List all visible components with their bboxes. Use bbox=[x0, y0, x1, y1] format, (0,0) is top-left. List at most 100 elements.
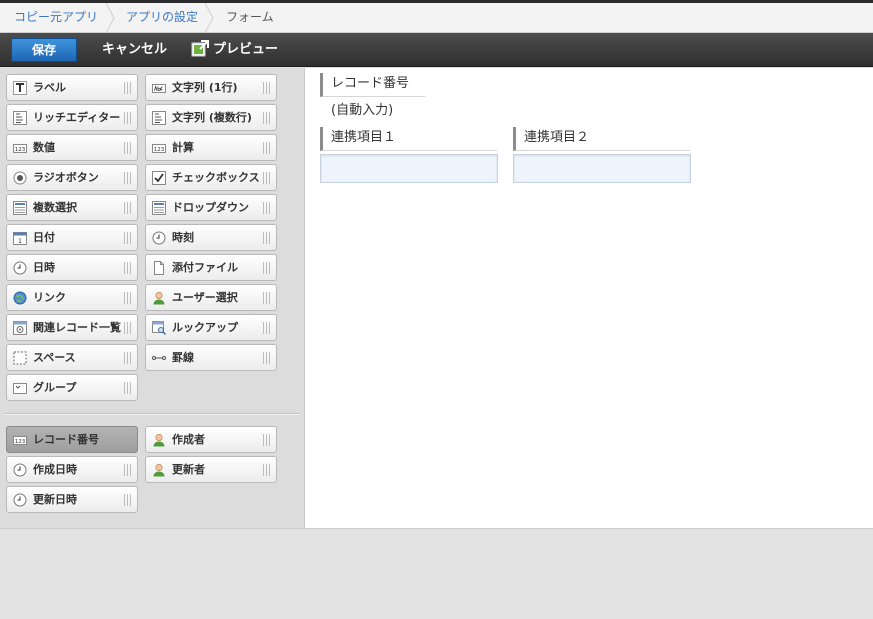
palette-field-group[interactable]: グループ bbox=[6, 374, 138, 401]
palette-field-dropdown[interactable]: ドロップダウン bbox=[145, 194, 277, 221]
linked-field-1-input[interactable] bbox=[320, 154, 498, 183]
palette-field-rich-editor[interactable]: リッチエディター bbox=[6, 104, 138, 131]
field-label-text: 添付ファイル bbox=[172, 261, 238, 274]
drag-handle-icon[interactable] bbox=[124, 202, 131, 214]
palette-field-link[interactable]: リンク bbox=[6, 284, 138, 311]
drag-handle-icon[interactable] bbox=[124, 352, 131, 364]
palette-field-creator[interactable]: 作成者 bbox=[145, 426, 277, 453]
field-label-text: ラジオボタン bbox=[33, 171, 99, 184]
field-label-text: 日時 bbox=[33, 261, 55, 274]
globe-icon bbox=[13, 291, 27, 305]
user-icon bbox=[153, 291, 165, 305]
record-number-value: (自動入力) bbox=[331, 103, 394, 118]
palette-field-attachment[interactable]: 添付ファイル bbox=[145, 254, 277, 281]
breadcrumb-separator-icon bbox=[105, 3, 115, 33]
save-button[interactable]: 保存 bbox=[11, 38, 77, 62]
drag-handle-icon[interactable] bbox=[124, 494, 131, 506]
clock-icon bbox=[13, 493, 27, 507]
drag-handle-icon[interactable] bbox=[263, 112, 270, 124]
space-icon bbox=[13, 351, 27, 365]
field-label-text: 複数選択 bbox=[33, 201, 77, 214]
palette-field-text-single[interactable]: 文字列 (1行) bbox=[145, 74, 277, 101]
multi-select-icon bbox=[13, 201, 27, 215]
text-single-line-icon bbox=[152, 84, 166, 93]
drag-handle-icon[interactable] bbox=[263, 172, 270, 184]
svg-text:123: 123 bbox=[154, 147, 165, 153]
palette-field-line[interactable]: 罫線 bbox=[145, 344, 277, 371]
field-label-text: 日付 bbox=[33, 231, 55, 244]
drag-handle-icon[interactable] bbox=[263, 434, 270, 446]
field-label-text: 作成者 bbox=[172, 433, 205, 446]
record-number-label[interactable]: レコード番号 bbox=[320, 73, 425, 97]
line-icon bbox=[152, 356, 166, 360]
drag-handle-icon[interactable] bbox=[124, 172, 131, 184]
calc-icon: 123 bbox=[152, 144, 166, 153]
drag-handle-icon[interactable] bbox=[263, 82, 270, 94]
drag-handle-icon[interactable] bbox=[263, 292, 270, 304]
checkbox-icon bbox=[152, 171, 166, 185]
palette-field-time[interactable]: 時刻 bbox=[145, 224, 277, 251]
drag-handle-icon[interactable] bbox=[263, 322, 270, 334]
palette-field-datetime[interactable]: 日時 bbox=[6, 254, 138, 281]
user-icon bbox=[153, 433, 165, 447]
drag-handle-icon[interactable] bbox=[124, 322, 131, 334]
palette-field-checkbox[interactable]: チェックボックス bbox=[145, 164, 277, 191]
related-records-icon bbox=[13, 321, 27, 335]
number-icon: 123 bbox=[13, 144, 27, 153]
palette-field-updated-at[interactable]: 更新日時 bbox=[6, 486, 138, 513]
drag-handle-icon[interactable] bbox=[124, 464, 131, 476]
palette-field-record-number[interactable]: 123 レコード番号 bbox=[6, 426, 138, 453]
drag-handle-icon[interactable] bbox=[124, 82, 131, 94]
svg-text:123: 123 bbox=[15, 439, 26, 445]
svg-text:123: 123 bbox=[15, 147, 26, 153]
radio-icon bbox=[13, 171, 27, 185]
field-label-text: 更新日時 bbox=[33, 493, 77, 506]
palette-field-radio[interactable]: ラジオボタン bbox=[6, 164, 138, 191]
drag-handle-icon[interactable] bbox=[124, 262, 131, 274]
svg-text:1: 1 bbox=[18, 238, 22, 245]
drag-handle-icon[interactable] bbox=[263, 142, 270, 154]
palette-field-date[interactable]: 1 日付 bbox=[6, 224, 138, 251]
field-label-text: 文字列 (1行) bbox=[172, 81, 238, 94]
palette-field-created-at[interactable]: 作成日時 bbox=[6, 456, 138, 483]
form-canvas: レコード番号 (自動入力) 連携項目１ 連携項目２ bbox=[305, 68, 873, 528]
palette-field-updater[interactable]: 更新者 bbox=[145, 456, 277, 483]
palette-field-multi-select[interactable]: 複数選択 bbox=[6, 194, 138, 221]
drag-handle-icon[interactable] bbox=[263, 202, 270, 214]
palette-field-lookup[interactable]: ルックアップ bbox=[145, 314, 277, 341]
palette-field-user-select[interactable]: ユーザー選択 bbox=[145, 284, 277, 311]
clock-icon bbox=[152, 231, 166, 245]
field-label-text: スペース bbox=[33, 351, 76, 364]
drag-handle-icon[interactable] bbox=[124, 142, 131, 154]
drag-handle-icon[interactable] bbox=[124, 292, 131, 304]
label-icon bbox=[13, 81, 27, 95]
palette-field-number[interactable]: 123 数値 bbox=[6, 134, 138, 161]
breadcrumb-item-source-app[interactable]: コピー元アプリ bbox=[14, 3, 98, 33]
drag-handle-icon[interactable] bbox=[124, 232, 131, 244]
lookup-icon bbox=[152, 321, 166, 335]
palette-divider bbox=[5, 413, 300, 415]
drag-handle-icon[interactable] bbox=[263, 262, 270, 274]
breadcrumb-item-app-settings[interactable]: アプリの設定 bbox=[126, 3, 198, 33]
drag-handle-icon[interactable] bbox=[263, 352, 270, 364]
cancel-button[interactable]: キャンセル bbox=[102, 38, 167, 62]
rich-editor-icon bbox=[13, 111, 27, 125]
palette-field-space[interactable]: スペース bbox=[6, 344, 138, 371]
field-label-text: 罫線 bbox=[172, 351, 194, 364]
linked-field-1-label[interactable]: 連携項目１ bbox=[320, 127, 497, 151]
field-label-text: グループ bbox=[33, 381, 77, 394]
breadcrumb: コピー元アプリ アプリの設定 フォーム bbox=[0, 3, 873, 33]
preview-icon bbox=[191, 40, 209, 57]
drag-handle-icon[interactable] bbox=[263, 232, 270, 244]
palette-field-related-records[interactable]: 関連レコード一覧 bbox=[6, 314, 138, 341]
linked-field-2-input[interactable] bbox=[513, 154, 691, 183]
linked-field-2-label[interactable]: 連携項目２ bbox=[513, 127, 690, 151]
palette-field-calc[interactable]: 123 計算 bbox=[145, 134, 277, 161]
palette-field-text-multi[interactable]: 文字列 (複数行) bbox=[145, 104, 277, 131]
drag-handle-icon[interactable] bbox=[124, 382, 131, 394]
palette-field-label[interactable]: ラベル bbox=[6, 74, 138, 101]
drag-handle-icon[interactable] bbox=[124, 112, 131, 124]
breadcrumb-separator-icon bbox=[204, 3, 214, 33]
drag-handle-icon[interactable] bbox=[263, 464, 270, 476]
number-icon: 123 bbox=[13, 436, 27, 445]
